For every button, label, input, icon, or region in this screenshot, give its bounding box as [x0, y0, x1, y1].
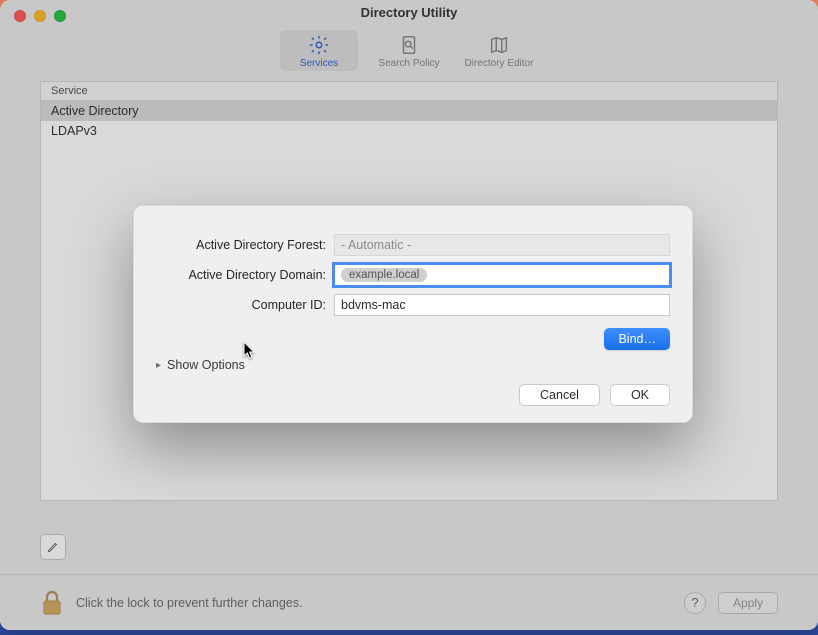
zoom-window-button[interactable]: [54, 10, 66, 22]
forest-label: Active Directory Forest:: [156, 238, 334, 252]
domain-token[interactable]: example.local: [341, 268, 427, 282]
gear-icon: [308, 34, 330, 56]
window-title: Directory Utility: [0, 5, 818, 20]
computer-id-label: Computer ID:: [156, 298, 334, 312]
titlebar: Directory Utility: [0, 0, 818, 26]
help-button[interactable]: ?: [684, 592, 706, 614]
cancel-button[interactable]: Cancel: [519, 384, 600, 406]
table-row[interactable]: LDAPv3: [41, 121, 777, 141]
table-row[interactable]: Active Directory: [41, 101, 777, 121]
toolbar-label: Directory Editor: [465, 58, 534, 69]
map-icon: [488, 34, 510, 56]
pencil-icon: [46, 540, 60, 554]
domain-label: Active Directory Domain:: [156, 268, 334, 282]
toolbar-label: Services: [300, 58, 338, 69]
close-window-button[interactable]: [14, 10, 26, 22]
computer-id-field[interactable]: [334, 294, 670, 316]
footer: Click the lock to prevent further change…: [0, 574, 818, 630]
domain-field[interactable]: example.local: [334, 264, 670, 286]
show-options-label: Show Options: [167, 358, 245, 372]
edit-service-button[interactable]: [40, 534, 66, 560]
lock-hint-text: Click the lock to prevent further change…: [76, 596, 672, 610]
toolbar: Services Search Policy Directory Editor: [0, 26, 818, 81]
forest-field: - Automatic -: [334, 234, 670, 256]
toolbar-search-policy[interactable]: Search Policy: [370, 30, 448, 71]
bind-button[interactable]: Bind…: [604, 328, 670, 350]
window-controls: [14, 10, 66, 22]
minimize-window-button[interactable]: [34, 10, 46, 22]
active-directory-bind-sheet: Active Directory Forest: - Automatic - A…: [133, 205, 693, 423]
ok-button[interactable]: OK: [610, 384, 670, 406]
lock-icon[interactable]: [40, 589, 64, 617]
document-search-icon: [398, 34, 420, 56]
apply-button[interactable]: Apply: [718, 592, 778, 614]
toolbar-services[interactable]: Services: [280, 30, 358, 71]
toolbar-label: Search Policy: [378, 58, 439, 69]
toolbar-directory-editor[interactable]: Directory Editor: [460, 30, 538, 71]
chevron-right-icon: ▸: [156, 360, 161, 371]
show-options-toggle[interactable]: ▸ Show Options: [134, 350, 692, 372]
table-header-service[interactable]: Service: [41, 82, 777, 101]
